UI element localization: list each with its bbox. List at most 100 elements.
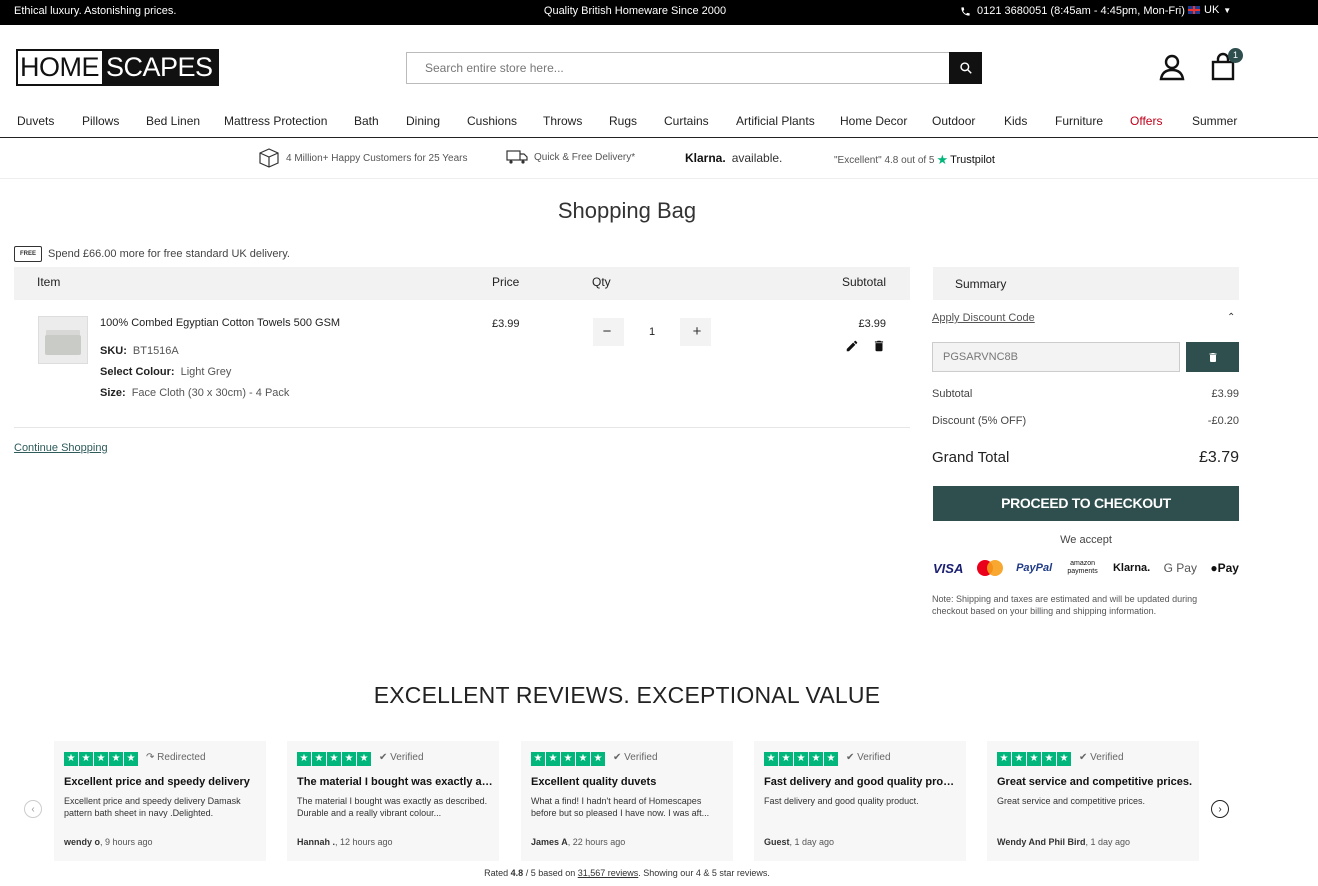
nav-item-mattress-protection[interactable]: Mattress Protection bbox=[224, 114, 327, 128]
locale-selector[interactable]: UK ▼ bbox=[1188, 4, 1231, 16]
grand-total-value: £3.79 bbox=[1198, 449, 1239, 466]
five-star-rating: ★ ★ ★ ★ ★ bbox=[531, 752, 605, 766]
payment-methods: VISA PayPal amazon payments Klarna. G Pa… bbox=[933, 560, 1239, 576]
review-time: , 9 hours ago bbox=[100, 837, 153, 847]
trust-delivery: Quick & Free Delivery* bbox=[506, 150, 635, 164]
nav-item-summer[interactable]: Summer bbox=[1192, 114, 1237, 128]
review-status: ✔ Verified bbox=[613, 752, 658, 763]
chevron-up-icon[interactable]: ⌃ bbox=[1227, 312, 1235, 323]
nav-item-bed-linen[interactable]: Bed Linen bbox=[146, 114, 200, 128]
trust-trustpilot[interactable]: "Excellent" 4.8 out of 5 ★ Trustpilot bbox=[834, 152, 995, 168]
five-star-rating: ★ ★ ★ ★ ★ bbox=[64, 752, 138, 766]
nav-item-rugs[interactable]: Rugs bbox=[609, 114, 637, 128]
nav-item-artificial-plants[interactable]: Artificial Plants bbox=[736, 114, 815, 128]
reviews-next-button[interactable]: › bbox=[1211, 800, 1229, 818]
size-value: Face Cloth (30 x 30cm) - 4 Pack bbox=[131, 387, 290, 399]
cart-count-badge: 1 bbox=[1228, 48, 1243, 63]
nav-item-pillows[interactable]: Pillows bbox=[82, 114, 119, 128]
account-icon[interactable] bbox=[1157, 52, 1187, 82]
nav-item-bath[interactable]: Bath bbox=[354, 114, 379, 128]
nav-item-throws[interactable]: Throws bbox=[543, 114, 582, 128]
nav-item-outdoor[interactable]: Outdoor bbox=[932, 114, 975, 128]
google-pay-logo: G Pay bbox=[1163, 561, 1197, 575]
trustpilot-star-icon: ★ bbox=[936, 152, 949, 167]
box-icon bbox=[259, 148, 279, 168]
reviews-prev-button[interactable]: ‹ bbox=[24, 800, 42, 818]
mastercard-logo bbox=[976, 560, 1003, 576]
review-status-text: Verified bbox=[390, 752, 424, 763]
grand-total-label: Grand Total bbox=[932, 449, 1010, 466]
phone-icon bbox=[961, 6, 970, 16]
free-delivery-icon: FREE bbox=[14, 246, 42, 262]
col-price: Price bbox=[492, 275, 520, 289]
amazon-payments-logo: amazon payments bbox=[1067, 560, 1098, 575]
review-status: ✔ Verified bbox=[1079, 752, 1124, 763]
proceed-to-checkout-button[interactable]: PROCEED TO CHECKOUT bbox=[933, 486, 1239, 521]
increase-qty-button[interactable]: + bbox=[687, 323, 707, 340]
free-delivery-message: FREE Spend £66.00 more for free standard… bbox=[14, 246, 290, 262]
rated-score: 4.8 bbox=[510, 868, 524, 878]
nav-item-dining[interactable]: Dining bbox=[406, 114, 440, 128]
main-nav: Duvets Pillows Bed Linen Mattress Protec… bbox=[0, 112, 1318, 138]
product-thumbnail[interactable] bbox=[38, 316, 88, 364]
summary-subtotal-row: Subtotal £3.99 bbox=[932, 388, 1239, 400]
col-item: Item bbox=[37, 275, 61, 289]
trash-icon[interactable] bbox=[872, 339, 886, 353]
cart-row: 100% Combed Egyptian Cotton Towels 500 G… bbox=[14, 300, 910, 428]
rated-text: . Showing our 4 & 5 star reviews. bbox=[638, 868, 770, 878]
verified-icon: ✔ bbox=[1079, 752, 1088, 763]
trust-customers: 4 Million+ Happy Customers for 25 Years bbox=[258, 148, 467, 168]
review-body: Great service and competitive prices. bbox=[997, 796, 1146, 806]
summary-title: Summary bbox=[955, 277, 1007, 291]
reviews-count-link[interactable]: 31,567 reviews bbox=[578, 868, 639, 878]
free-delivery-text: Spend £66.00 more for free standard UK d… bbox=[48, 248, 290, 260]
review-time: , 1 day ago bbox=[1085, 837, 1131, 847]
edit-icon[interactable] bbox=[845, 339, 859, 353]
product-name[interactable]: 100% Combed Egyptian Cotton Towels 500 G… bbox=[100, 317, 340, 329]
subtotal-label: Subtotal bbox=[932, 388, 973, 400]
review-card[interactable]: ★ ★ ★ ★ ★ ✔ Verified Excellent quality duvet… bbox=[521, 741, 733, 861]
logo-part-home: HOME bbox=[18, 51, 102, 84]
search-button[interactable] bbox=[949, 52, 982, 84]
reviews-summary: Rated 4.8 / 5 based on 31,567 reviews. S… bbox=[0, 868, 1254, 878]
continue-shopping-link[interactable]: Continue Shopping bbox=[14, 442, 108, 454]
page-title: Shopping Bag bbox=[557, 198, 697, 223]
sku-label: SKU: bbox=[100, 345, 127, 357]
nav-item-furniture[interactable]: Furniture bbox=[1055, 114, 1103, 128]
nav-item-duvets[interactable]: Duvets bbox=[17, 114, 54, 128]
quantity-input[interactable]: 1 bbox=[624, 318, 680, 346]
review-status-text: Redirected bbox=[157, 752, 206, 763]
nav-item-offers[interactable]: Offers bbox=[1130, 114, 1162, 128]
nav-item-kids[interactable]: Kids bbox=[1004, 114, 1027, 128]
review-card[interactable]: ★ ★ ★ ★ ★ ✔ Verified Great service and compe… bbox=[987, 741, 1199, 861]
nav-item-cushions[interactable]: Cushions bbox=[467, 114, 517, 128]
shipping-note: Note: Shipping and taxes are estimated a… bbox=[932, 594, 1198, 616]
locale-label: UK bbox=[1204, 4, 1220, 16]
decrease-qty-button[interactable]: − bbox=[597, 323, 617, 340]
rated-text: / 5 based on bbox=[523, 868, 578, 878]
review-author: Wendy And Phil Bird, 1 day ago bbox=[997, 837, 1130, 847]
product-colour: Select Colour: Light Grey bbox=[100, 366, 231, 378]
review-card[interactable]: ★ ★ ★ ★ ★ ↷ Redirected Excellent price and s… bbox=[54, 741, 266, 861]
nav-item-home-decor[interactable]: Home Decor bbox=[840, 114, 907, 128]
klarna-available: available. bbox=[731, 151, 783, 165]
paypal-logo: PayPal bbox=[1016, 562, 1053, 574]
remove-discount-button[interactable] bbox=[1186, 342, 1239, 372]
apply-discount-link[interactable]: Apply Discount Code bbox=[932, 312, 1035, 324]
review-time: , 22 hours ago bbox=[567, 837, 626, 847]
review-title: Excellent quality duvets bbox=[531, 776, 657, 788]
verified-icon: ✔ bbox=[846, 752, 855, 763]
discount-value: -£0.20 bbox=[1207, 415, 1239, 427]
trust-delivery-text: Quick & Free Delivery* bbox=[534, 151, 636, 163]
review-author-name: Guest bbox=[764, 837, 790, 847]
verified-icon: ✔ bbox=[613, 752, 622, 763]
review-status: ✔ Verified bbox=[846, 752, 891, 763]
homescapes-logo[interactable]: HOME SCAPES bbox=[16, 49, 219, 86]
search-input[interactable] bbox=[407, 53, 947, 83]
nav-item-curtains[interactable]: Curtains bbox=[664, 114, 709, 128]
discount-code-field[interactable]: PGSARVNC8B bbox=[932, 342, 1180, 372]
review-card[interactable]: ★ ★ ★ ★ ★ ✔ Verified Fast delivery and good … bbox=[754, 741, 966, 861]
review-card[interactable]: ★ ★ ★ ★ ★ ✔ Verified The material I bought w… bbox=[287, 741, 499, 861]
phone-contact[interactable]: 0121 3680051 (8:45am - 4:45pm, Mon-Fri) bbox=[960, 5, 1185, 17]
summary-discount-row: Discount (5% OFF) -£0.20 bbox=[932, 415, 1239, 427]
